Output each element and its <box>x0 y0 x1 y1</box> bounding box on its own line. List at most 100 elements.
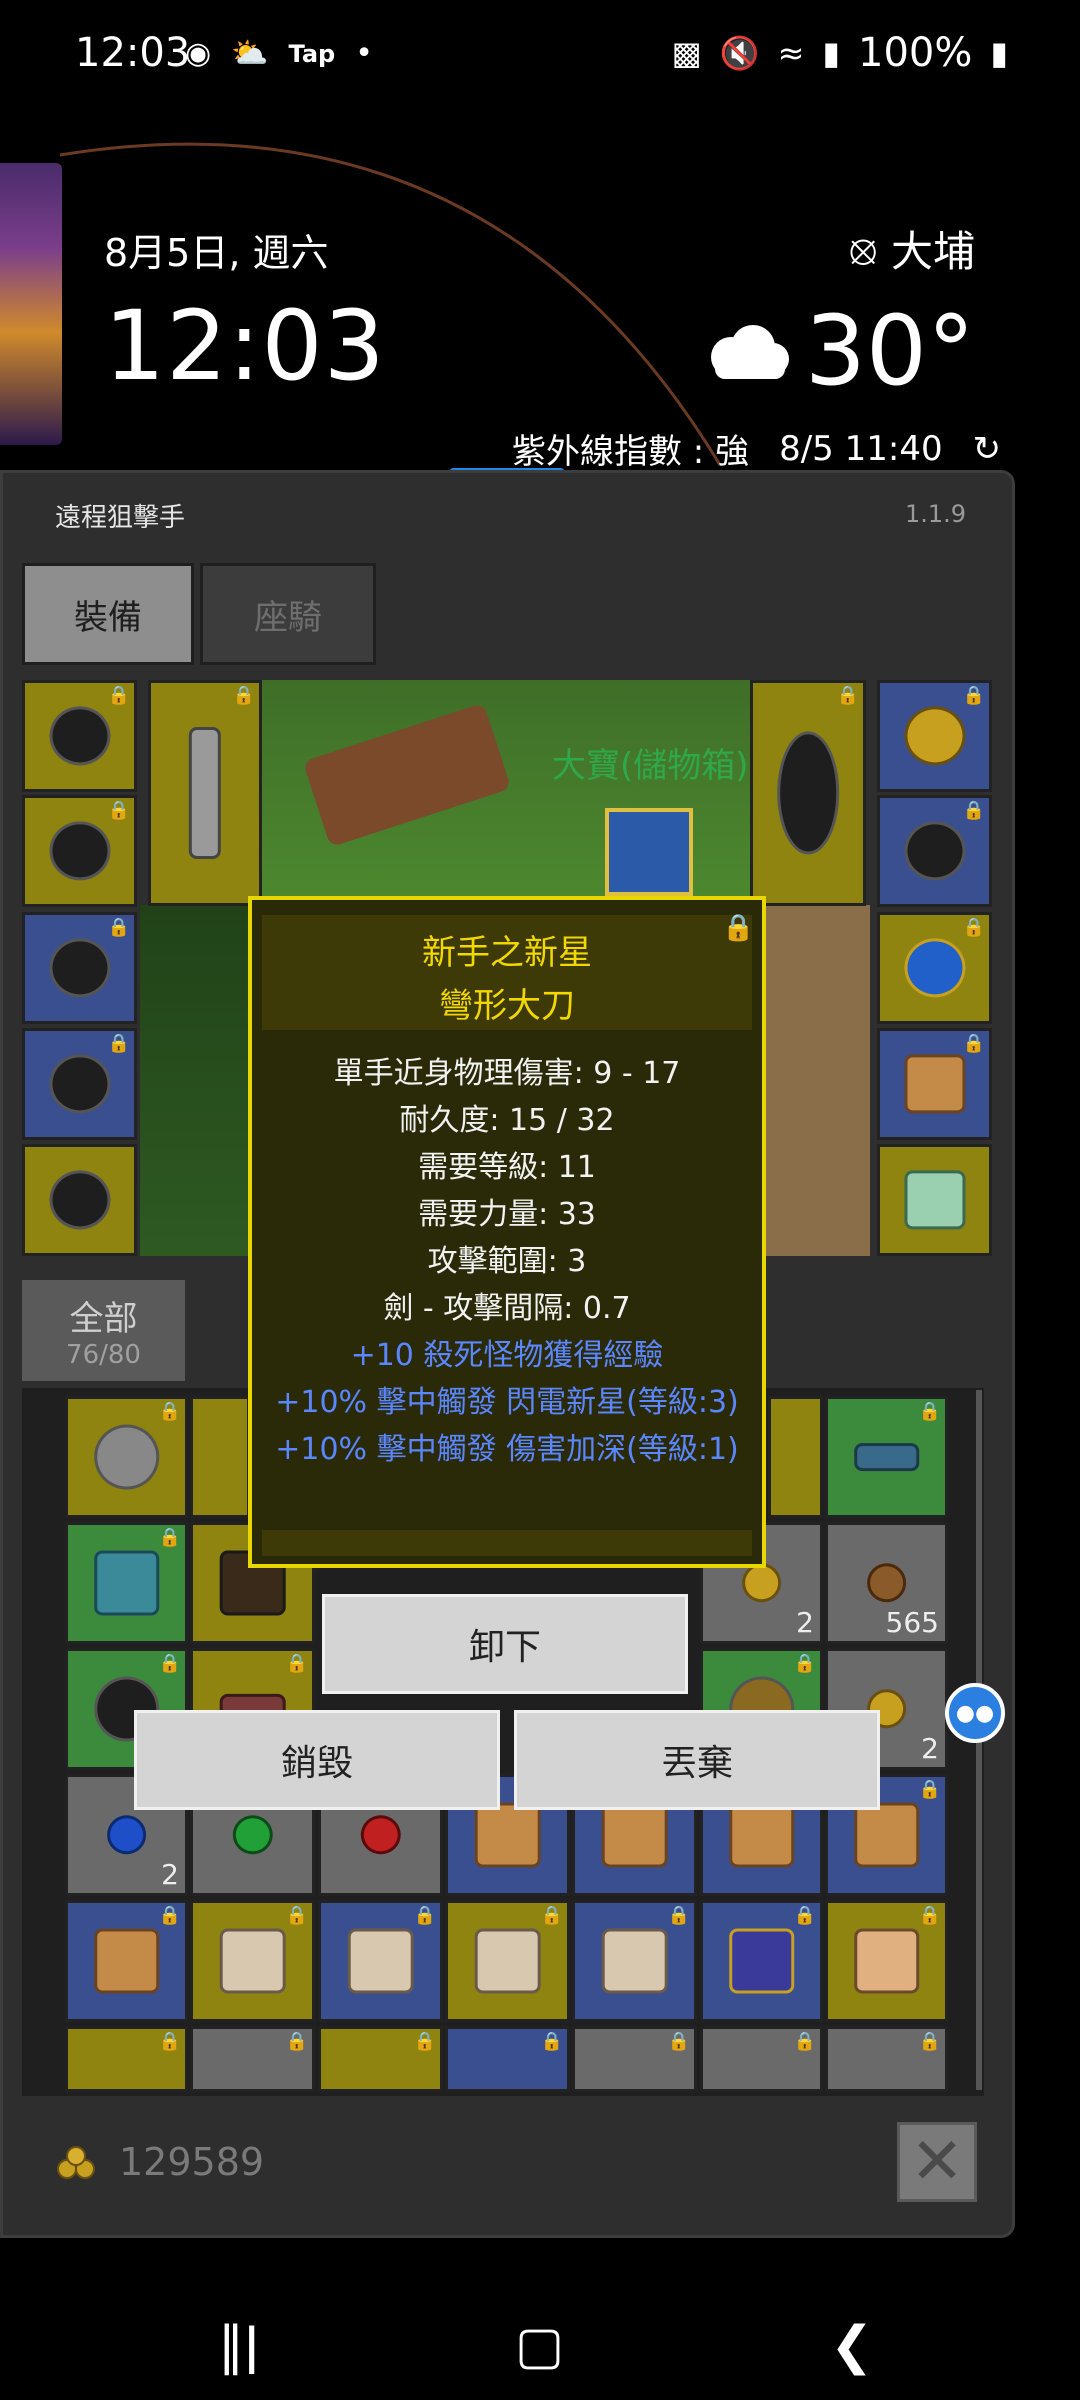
equip-slot-ring2[interactable]: 🔒 <box>877 912 992 1024</box>
battery-percent: 100% <box>858 30 973 76</box>
equip-slot-gloves[interactable]: 🔒 <box>22 912 137 1024</box>
tab-mount[interactable]: 座騎 <box>200 563 376 665</box>
inventory-slot[interactable]: 🔒 <box>825 2026 948 2092</box>
item-count: 2 <box>161 1858 179 1891</box>
belt-item <box>48 1170 111 1230</box>
inventory-slot[interactable] <box>190 1396 250 1518</box>
inventory-slot[interactable]: 🔒 <box>445 2026 570 2092</box>
status-notification-icons: ◉ ⛅ Tap • <box>185 36 373 71</box>
scroll-item <box>728 1802 795 1868</box>
ore-item <box>866 1563 907 1603</box>
recents-icon[interactable]: ‖ǀ <box>218 2316 259 2376</box>
gold-coins-icon <box>57 2146 95 2179</box>
scene-trees <box>140 905 262 1256</box>
chest-item <box>728 1928 795 1994</box>
inventory-slot[interactable]: 🔒 <box>700 2026 823 2092</box>
destroy-button[interactable]: 銷毀 <box>134 1710 500 1810</box>
refresh-icon[interactable]: ↻ <box>973 429 1002 469</box>
widget-clock: 12:03 <box>104 290 386 402</box>
lock-icon: 🔒 <box>836 685 859 706</box>
emerald-gem-item <box>232 1815 273 1855</box>
status-system-icons: ▩ 🔇 ≈ ▮ 100% ▮ <box>672 30 1008 76</box>
tab-equipment[interactable]: 裝備 <box>22 563 194 665</box>
lock-icon: 🔒 <box>158 2031 181 2052</box>
lock-icon: 🔒 <box>158 1401 181 1422</box>
inventory-slot[interactable]: 🔒 <box>65 1900 188 2022</box>
inventory-slot[interactable]: 🔒 <box>65 1522 188 1644</box>
inventory-slot[interactable]: 🔒 <box>318 2026 443 2092</box>
unequip-button[interactable]: 卸下 <box>322 1594 688 1694</box>
inventory-slot[interactable]: 🔒 <box>700 1900 823 2022</box>
equip-slot-helmet[interactable]: 🔒 <box>22 680 137 792</box>
lock-icon: 🔒 <box>232 685 255 706</box>
tooltip-stat: 需要力量: 33 <box>418 1197 596 1232</box>
signal-icon: ▮ <box>822 34 841 72</box>
equip-slot-shield[interactable]: 🔒 <box>750 680 866 906</box>
back-icon[interactable]: ❮ <box>830 2316 874 2376</box>
inventory-slot[interactable]: 🔒 <box>572 1900 697 2022</box>
inventory-slot[interactable]: 🔒 <box>190 2026 315 2092</box>
amulet-item <box>903 706 966 766</box>
lock-icon: 🔒 <box>918 1779 941 1800</box>
lock-icon: 🔒 <box>918 2031 941 2052</box>
lock-icon: 🔒 <box>962 1033 985 1054</box>
inventory-slot[interactable]: 🔒 <box>190 1900 315 2022</box>
inventory-slot[interactable]: 🔒 <box>65 1396 188 1518</box>
equip-slot-pet[interactable] <box>877 1144 992 1256</box>
close-icon: ✕ <box>910 2125 964 2199</box>
inventory-slot[interactable] <box>768 1396 823 1518</box>
storage-chest-sprite[interactable] <box>605 808 693 896</box>
floating-assistant-button[interactable]: ●● <box>945 1683 1005 1743</box>
inventory-slot[interactable]: 🔒 <box>318 1900 443 2022</box>
inventory-slot[interactable]: 🔒 <box>572 2026 697 2092</box>
lock-icon: 🔒 <box>413 2031 436 2052</box>
lock-icon: 🔒 <box>962 685 985 706</box>
lock-icon[interactable]: 🔒 <box>722 913 754 943</box>
lock-icon: 🔒 <box>107 800 130 821</box>
scroll-item <box>474 1802 541 1868</box>
inventory-slot[interactable]: 🔒 <box>825 1396 948 1518</box>
tooltip-stat: 需要等級: 11 <box>418 1150 596 1185</box>
discard-button[interactable]: 丟棄 <box>514 1710 880 1810</box>
gloves-item <box>48 938 111 998</box>
helmet-item <box>48 706 111 766</box>
equip-slot-amulet[interactable]: 🔒 <box>877 680 992 792</box>
home-icon[interactable]: ▢ <box>515 2316 564 2376</box>
filter-all-button[interactable]: 全部 76/80 <box>22 1280 185 1381</box>
camera-icon: ◉ <box>185 36 212 71</box>
equip-slot-armor[interactable]: 🔒 <box>22 795 137 907</box>
tooltip-stat: 耐久度: 15 / 32 <box>399 1103 615 1138</box>
item-count: 2 <box>921 1732 939 1765</box>
scroll-item <box>903 1054 966 1114</box>
equip-slot-weapon[interactable]: 🔒 <box>148 680 262 906</box>
sapphire-gem-item <box>106 1815 147 1855</box>
amulet-item <box>93 1424 160 1490</box>
lock-icon: 🔒 <box>962 917 985 938</box>
tap-icon: Tap <box>288 39 336 68</box>
lock-icon: 🔒 <box>667 2031 690 2052</box>
inventory-slot[interactable]: 🔒 <box>445 1900 570 2022</box>
equip-slot-belt[interactable] <box>22 1144 137 1256</box>
equip-slot-ring1[interactable]: 🔒 <box>877 795 992 907</box>
inventory-slot[interactable]: 565 <box>825 1522 948 1644</box>
uv-index: 紫外線指數 : 強 <box>512 432 750 472</box>
inventory-slot[interactable]: 🔒 <box>65 2026 188 2092</box>
equip-slot-boots[interactable]: 🔒 <box>22 1028 137 1140</box>
lock-icon: 🔒 <box>540 1905 563 1926</box>
close-button[interactable]: ✕ <box>897 2122 977 2202</box>
scroll-item <box>93 1928 160 1994</box>
cloud-icon <box>710 325 789 379</box>
location-label: 大埔 <box>890 227 975 276</box>
tooltip-stat: 單手近身物理傷害: 9 - 17 <box>333 1056 681 1091</box>
tooltip-stat: 攻擊範圍: 3 <box>427 1244 587 1279</box>
hat-item <box>741 1563 782 1603</box>
equip-slot-scroll[interactable]: 🔒 <box>877 1028 992 1140</box>
widget-weather: 30° <box>701 295 975 407</box>
item-count: 565 <box>885 1606 939 1639</box>
inventory-slot[interactable]: 🔒 <box>825 1900 948 2022</box>
lock-icon: 🔒 <box>667 1905 690 1926</box>
item-base-name: 彎形大刀 <box>439 986 575 1026</box>
shield-item <box>777 731 839 855</box>
lock-icon: 🔒 <box>107 685 130 706</box>
lock-icon: 🔒 <box>285 1905 308 1926</box>
